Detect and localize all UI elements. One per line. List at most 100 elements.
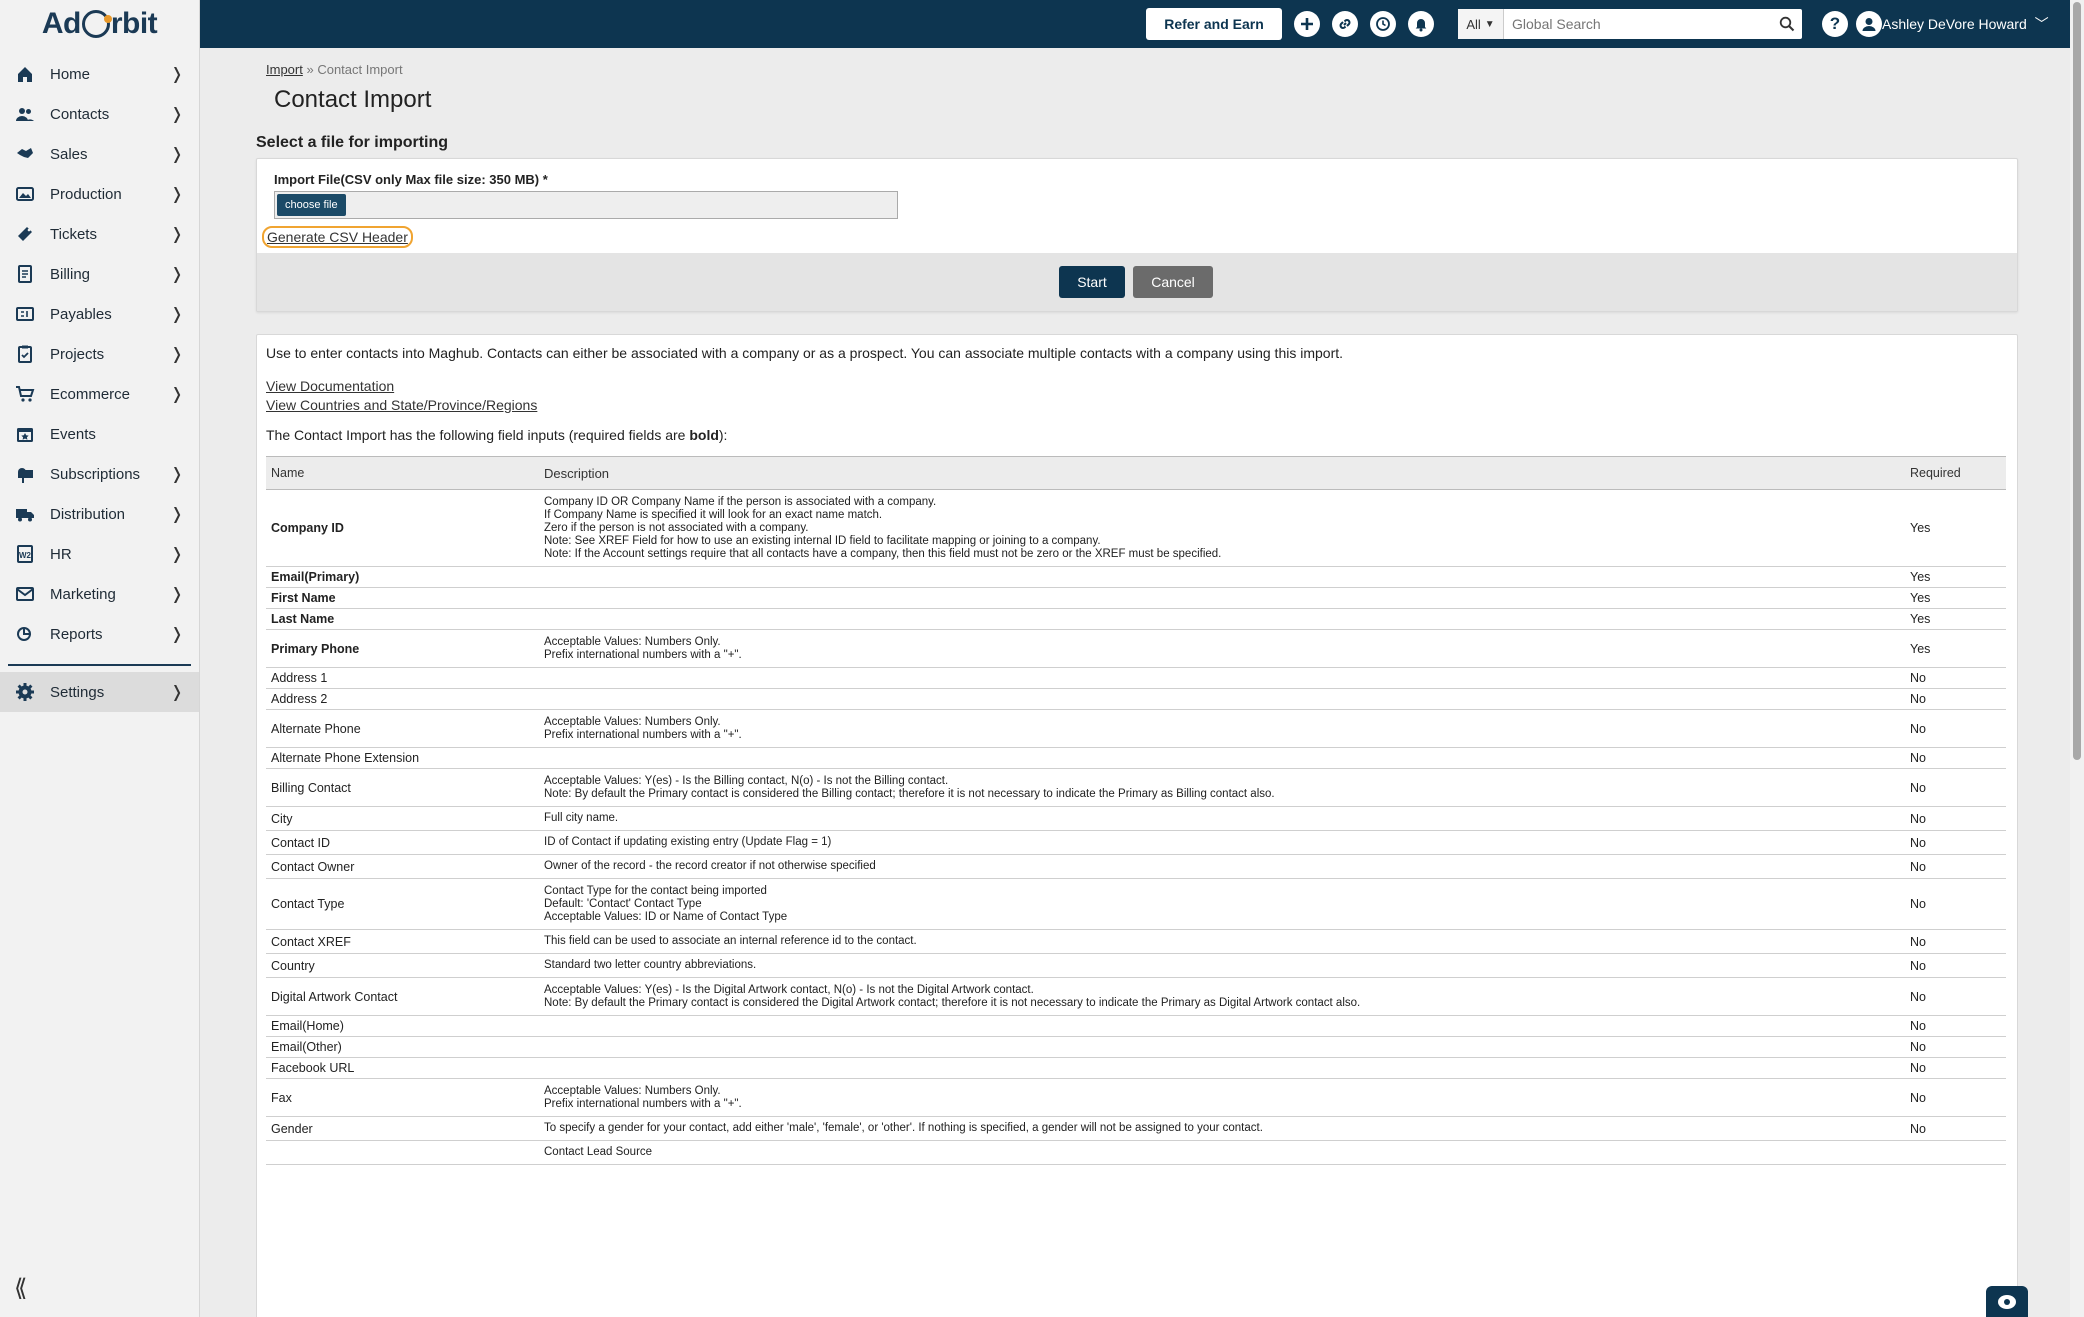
contacts-icon xyxy=(14,103,36,125)
sidebar-item-distribution[interactable]: Distribution ❭ xyxy=(0,494,199,534)
description-line: Prefix international numbers with a "+". xyxy=(544,1097,742,1110)
field-name-cell: Email(Other) xyxy=(271,1040,342,1054)
breadcrumb-import-link[interactable]: Import xyxy=(266,62,303,77)
table-row: Company ID Company ID OR Company Name if … xyxy=(266,490,2006,567)
sidebar-item-label: Distribution xyxy=(50,505,126,523)
sidebar-item-reports[interactable]: Reports ❭ xyxy=(0,614,199,654)
sidebar-item-subscriptions[interactable]: Subscriptions ❭ xyxy=(0,454,199,494)
sidebar-item-label: HR xyxy=(50,545,72,563)
sidebar-item-settings[interactable]: Settings ❭ xyxy=(0,672,199,712)
sidebar-item-payables[interactable]: Payables ❭ xyxy=(0,294,199,334)
sidebar-item-production[interactable]: Production ❭ xyxy=(0,174,199,214)
fields-note-prefix: The Contact Import has the following fie… xyxy=(266,427,690,443)
sidebar-item-label: Payables xyxy=(50,305,112,323)
chevron-right-icon: ❭ xyxy=(170,684,184,701)
logo-text-right: rbit xyxy=(110,7,158,40)
chat-icon xyxy=(1998,1294,2016,1309)
chevron-right-icon: ❭ xyxy=(170,226,184,243)
chat-widget-button[interactable] xyxy=(1986,1286,2028,1317)
add-icon[interactable] xyxy=(1294,11,1320,37)
sidebar-item-billing[interactable]: Billing ❭ xyxy=(0,254,199,294)
sidebar-item-marketing[interactable]: Marketing ❭ xyxy=(0,574,199,614)
field-required-cell: No xyxy=(1910,780,1926,795)
import-file-input[interactable]: choose file xyxy=(274,191,898,219)
sidebar-item-home[interactable]: Home ❭ xyxy=(0,54,199,94)
field-description-cell: Standard two letter country abbreviation… xyxy=(544,954,1910,977)
sidebar-item-label: Ecommerce xyxy=(50,385,131,403)
sidebar-item-label: Tickets xyxy=(50,225,97,243)
table-row: Alternate Phone Extension No xyxy=(266,748,2006,769)
table-row: First Name Yes xyxy=(266,588,2006,609)
history-icon[interactable] xyxy=(1370,11,1396,37)
field-description-cell: This field can be used to associate an i… xyxy=(544,930,1910,953)
adorbit-logo[interactable]: Ad rbit xyxy=(0,0,199,48)
sidebar-item-sales[interactable]: Sales ❭ xyxy=(0,134,199,174)
chevron-right-icon: ❭ xyxy=(170,546,184,563)
view-countries-link[interactable]: View Countries and State/Province/Region… xyxy=(266,397,537,413)
choose-file-button[interactable]: choose file xyxy=(277,194,346,216)
page-scrollbar[interactable] xyxy=(2070,0,2084,1317)
description-line: To specify a gender for your contact, ad… xyxy=(544,1122,1263,1134)
avatar[interactable] xyxy=(1856,11,1882,37)
chevron-down-icon: ﹀ xyxy=(2034,16,2049,32)
field-name-cell: Last Name xyxy=(271,612,335,626)
table-row: Alternate Phone Acceptable Values: Number… xyxy=(266,710,2006,748)
field-description-cell xyxy=(544,1022,1910,1030)
sidebar-item-contacts[interactable]: Contacts ❭ xyxy=(0,94,199,134)
sidebar-divider xyxy=(8,664,191,666)
tickets-icon xyxy=(14,223,36,245)
table-row: Gender To specify a gender for your conta… xyxy=(266,1117,2006,1141)
field-required-cell: No xyxy=(1910,751,1926,765)
search-icon[interactable] xyxy=(1772,9,1802,39)
sidebar-item-ecommerce[interactable]: Ecommerce ❭ xyxy=(0,374,199,414)
sidebar-item-hr[interactable]: W2 HR ❭ xyxy=(0,534,199,574)
field-name-cell: Fax xyxy=(271,1090,292,1105)
column-header-required: Required xyxy=(1910,466,1961,480)
main-content: Import » Contact Import Contact Import S… xyxy=(200,48,2070,1317)
help-icon[interactable]: ? xyxy=(1822,11,1848,37)
field-name-cell: Contact XREF xyxy=(271,934,351,949)
generate-csv-header-link[interactable]: Generate CSV Header xyxy=(262,226,413,248)
description-line: Contact Lead Source xyxy=(544,1146,653,1158)
column-header-description: Description xyxy=(544,465,610,481)
collapse-sidebar-icon[interactable]: ⟪ xyxy=(14,1274,27,1303)
sidebar-item-label: Billing xyxy=(50,265,91,283)
description-line: Acceptable Values: Y(es) - Is the Digita… xyxy=(544,983,1034,996)
table-row: Contact ID ID of Contact if updating exis… xyxy=(266,831,2006,855)
sidebar-item-projects[interactable]: Projects ❭ xyxy=(0,334,199,374)
column-header-name: Name xyxy=(271,466,305,480)
calendar-icon xyxy=(14,423,36,445)
notifications-bell-icon[interactable] xyxy=(1408,11,1434,37)
table-row: Address 2 No xyxy=(266,689,2006,710)
field-required-cell: No xyxy=(1910,1090,1926,1105)
sidebar-item-label: Subscriptions xyxy=(50,465,141,483)
chevron-right-icon: ❭ xyxy=(170,386,184,403)
logo-text-left: Ad xyxy=(41,7,82,40)
start-button[interactable]: Start xyxy=(1059,266,1125,298)
import-file-label: Import File(CSV only Max file size: 350 … xyxy=(274,172,548,187)
global-search-input[interactable] xyxy=(1504,10,1772,38)
cancel-button[interactable]: Cancel xyxy=(1133,266,1213,298)
chevron-right-icon: ❭ xyxy=(170,586,184,603)
description-line: Standard two letter country abbreviation… xyxy=(544,959,757,971)
field-required-cell: Yes xyxy=(1910,521,1931,535)
field-description-cell: Owner of the record - the record creator… xyxy=(544,855,1910,878)
view-documentation-link[interactable]: View Documentation xyxy=(266,378,394,394)
link-icon[interactable] xyxy=(1332,11,1358,37)
refer-and-earn-button[interactable]: Refer and Earn xyxy=(1146,8,1282,40)
field-description-cell xyxy=(544,695,1910,703)
cart-icon xyxy=(14,383,36,405)
sidebar-item-label: Production xyxy=(50,185,122,203)
scrollbar-thumb[interactable] xyxy=(2073,2,2081,760)
field-required-cell: No xyxy=(1910,897,1926,911)
table-row: Contact XREF This field can be used to as… xyxy=(266,930,2006,954)
field-required-cell: Yes xyxy=(1910,641,1931,656)
gear-icon xyxy=(14,681,36,703)
table-row: Contact Type Contact Type for the contact… xyxy=(266,879,2006,930)
sidebar-item-tickets[interactable]: Tickets ❭ xyxy=(0,214,199,254)
field-required-cell: No xyxy=(1910,692,1926,706)
user-menu[interactable]: Ashley DeVore Howard ﹀ xyxy=(1882,14,2049,34)
sidebar-item-events[interactable]: Events xyxy=(0,414,199,454)
field-description-cell xyxy=(544,1064,1910,1072)
search-scope-select[interactable]: All ▼ xyxy=(1458,9,1504,39)
